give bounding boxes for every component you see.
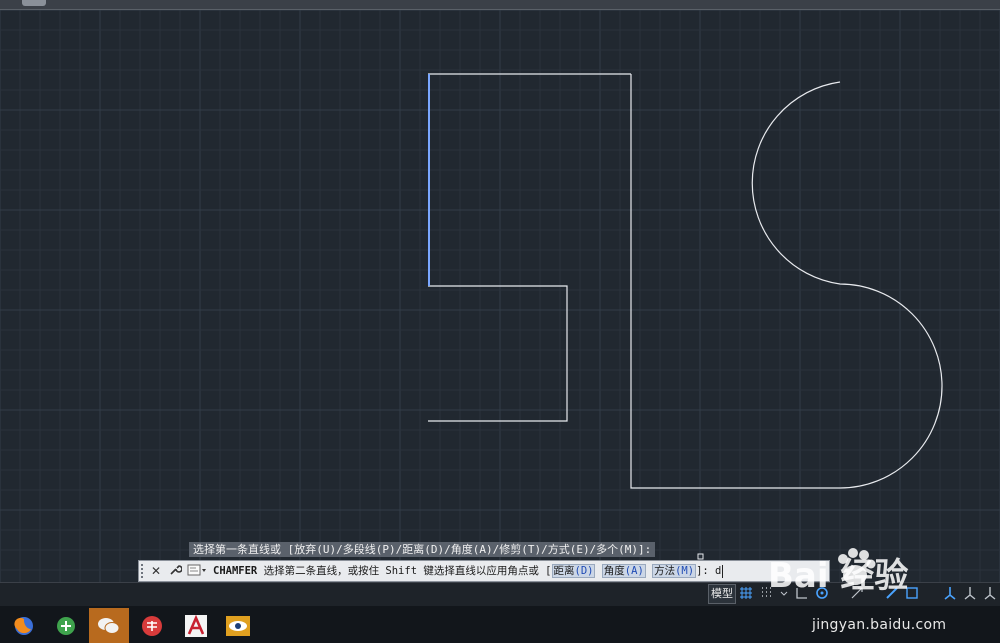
snap-icon[interactable] bbox=[760, 586, 774, 600]
drawing-polyline-right[interactable] bbox=[630, 74, 943, 489]
viewer-icon[interactable] bbox=[219, 608, 257, 643]
grid bbox=[0, 10, 1000, 582]
chevron-down-icon[interactable] bbox=[777, 586, 791, 600]
firefox-icon[interactable] bbox=[5, 608, 43, 643]
model-tab[interactable]: 模型 bbox=[708, 584, 736, 604]
auto-scale-icon[interactable] bbox=[983, 586, 997, 600]
autocad-icon[interactable] bbox=[177, 608, 215, 643]
command-name: CHAMFER bbox=[213, 565, 258, 577]
annotation-visibility-icon[interactable] bbox=[963, 586, 977, 600]
transparency-icon[interactable] bbox=[905, 586, 919, 600]
command-prompt[interactable]: CHAMFER 选择第二条直线，或按住 Shift 键选择直线以应用角点或 [距… bbox=[213, 561, 724, 581]
wechat-icon[interactable] bbox=[89, 608, 129, 643]
command-line[interactable]: ✕ CHAMFER 选择第二条直线，或按住 Shift 键选择直线以应用角点或 … bbox=[138, 560, 830, 582]
close-icon[interactable]: ✕ bbox=[148, 563, 164, 579]
file-tab-bar bbox=[0, 0, 1000, 10]
ortho-icon[interactable] bbox=[795, 586, 809, 600]
recent-commands-icon[interactable] bbox=[186, 563, 208, 579]
command-input[interactable]: d bbox=[715, 565, 721, 577]
annotation-scale-icon[interactable] bbox=[943, 586, 957, 600]
command-suffix: ]: bbox=[696, 565, 709, 577]
watermark-url: jingyan.baidu.com bbox=[812, 617, 947, 633]
app-icon[interactable] bbox=[133, 608, 171, 643]
grid-icon[interactable] bbox=[739, 586, 753, 600]
text-caret bbox=[722, 564, 724, 578]
option-method[interactable]: 方法(M) bbox=[652, 564, 697, 578]
lineweight-icon[interactable] bbox=[885, 586, 899, 600]
option-distance[interactable]: 距离(D) bbox=[551, 564, 596, 578]
browser-icon[interactable] bbox=[47, 608, 85, 643]
file-tab[interactable] bbox=[22, 0, 46, 6]
drag-handle[interactable] bbox=[141, 564, 147, 578]
command-history: 选择第一条直线或 [放弃(U)/多段线(P)/距离(D)/角度(A)/修剪(T)… bbox=[189, 542, 656, 557]
polar-icon[interactable] bbox=[815, 586, 829, 600]
drawing-polyline-left[interactable] bbox=[428, 73, 631, 422]
osnap-icon[interactable] bbox=[850, 586, 864, 600]
drawing-canvas[interactable] bbox=[0, 10, 1000, 582]
command-prompt-text: 选择第二条直线，或按住 Shift 键选择直线以应用角点或 [ bbox=[263, 565, 552, 577]
option-angle[interactable]: 角度(A) bbox=[601, 564, 646, 578]
wrench-icon[interactable] bbox=[167, 563, 183, 579]
